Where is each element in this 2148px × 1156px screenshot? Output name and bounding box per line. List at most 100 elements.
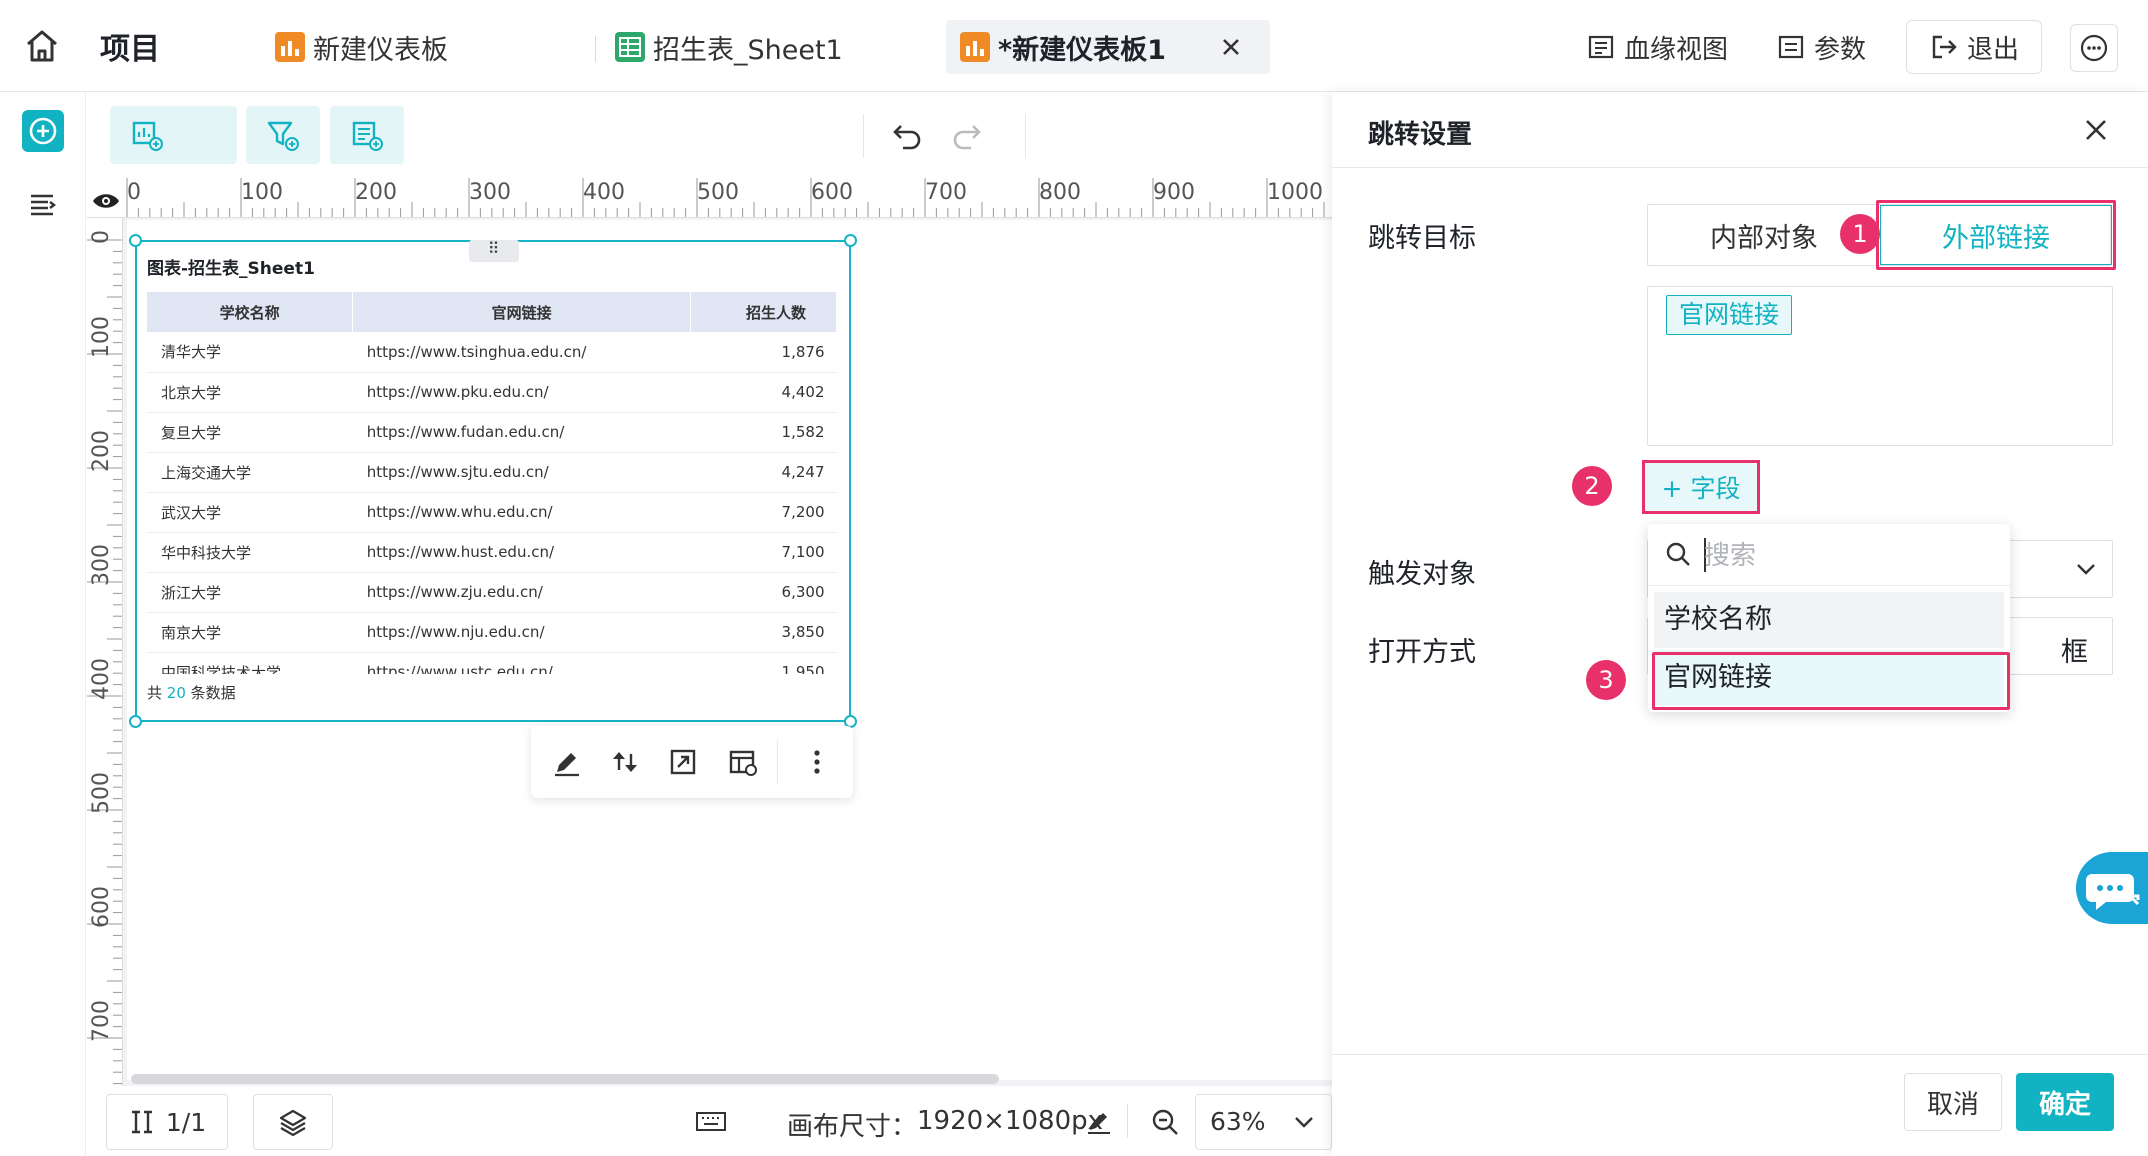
layers-icon [279, 1109, 307, 1137]
widget-floating-toolbar [531, 726, 853, 798]
school-name: 北京大学 [147, 372, 353, 413]
url-field-tag[interactable]: 官网链接 [1666, 295, 1793, 335]
add-text-button[interactable] [330, 106, 404, 164]
url-editor[interactable]: 官网链接 [1647, 286, 2113, 446]
jump-settings-panel: 跳转设置 跳转目标 内部对象 外部链接 1 官网链接 2 + 字段 触发对象 打… [1332, 92, 2148, 1156]
footer-count: 20 [166, 684, 186, 702]
table-row[interactable]: 华中科技大学 https://www.hust.edu.cn/7,100 [147, 532, 837, 573]
table-row[interactable]: 中国科学技术大学 https://www.ustc.edu.cn/1,950 [147, 652, 837, 674]
enrollment: 1,876 [690, 332, 837, 373]
column-header[interactable]: 官网链接 [352, 292, 692, 332]
table-row[interactable]: 上海交通大学 https://www.sjtu.edu.cn/4,247 [147, 452, 837, 493]
dashboard-icon [960, 32, 990, 62]
table-widget[interactable]: 图表-招生表_Sheet1 学校名称 官网链接 招生人数 清华大学 https:/… [129, 234, 857, 728]
school-url: https://www.nju.edu.cn/ [352, 612, 691, 653]
table-row[interactable]: 复旦大学 https://www.fudan.edu.cn/1,582 [147, 412, 837, 453]
edit-icon[interactable] [551, 746, 583, 778]
ruler-label: 100 [241, 180, 283, 205]
panel-header: 跳转设置 [1332, 92, 2148, 168]
table-row[interactable]: 浙江大学 https://www.zju.edu.cn/6,300 [147, 572, 837, 613]
chevron-down-icon [1295, 1117, 1313, 1128]
column-header[interactable]: 学校名称 [147, 292, 354, 332]
ruler-label: 300 [469, 180, 511, 205]
keyboard-icon[interactable] [694, 1106, 728, 1136]
lineage-view-button[interactable]: 血缘视图 [1586, 20, 1728, 74]
toolbar-divider [863, 114, 864, 158]
expand-icon[interactable] [667, 746, 699, 778]
home-icon[interactable] [22, 26, 62, 66]
school-name: 上海交通大学 [147, 452, 353, 493]
dropdown-item-school-name[interactable]: 学校名称 [1654, 592, 2004, 648]
panel-footer: 取消 确定 [1332, 1054, 2148, 1156]
outline-list-icon[interactable] [28, 190, 58, 220]
add-field-button[interactable]: + 字段 [1642, 460, 1760, 514]
enrollment: 4,402 [690, 372, 837, 413]
edit-size-icon[interactable] [1084, 1106, 1114, 1136]
page-indicator-button[interactable]: 1/1 [106, 1094, 228, 1150]
drag-handle[interactable]: ⠿ [469, 240, 519, 262]
school-url: https://www.ustc.edu.cn/ [352, 652, 691, 674]
tab-label: 招生表_Sheet1 [653, 34, 843, 66]
zoom-value: 63% [1210, 1107, 1266, 1136]
cancel-button[interactable]: 取消 [1904, 1073, 2002, 1131]
confirm-button[interactable]: 确定 [2016, 1073, 2114, 1131]
exit-button[interactable]: 退出 [1906, 20, 2043, 74]
tab-dashboard[interactable]: 新建仪表板 [275, 20, 448, 74]
dropdown-search [1648, 524, 2010, 586]
ruler-label: 0 [89, 230, 114, 244]
zoom-out-icon[interactable] [1149, 1106, 1181, 1138]
add-component-button[interactable] [22, 110, 64, 152]
enrollment: 1,582 [690, 412, 837, 453]
table-row[interactable]: 清华大学 https://www.tsinghua.edu.cn/1,876 [147, 332, 837, 373]
left-rail [0, 92, 86, 1156]
plus-circle-icon [29, 117, 57, 145]
close-icon[interactable] [2078, 112, 2114, 148]
ruler-label: 700 [925, 180, 967, 205]
chat-assistant-button[interactable] [2076, 852, 2148, 924]
highlight-frame [1876, 200, 2116, 270]
resize-handle[interactable] [129, 715, 142, 728]
scrollbar-thumb[interactable] [131, 1074, 999, 1084]
table-row[interactable]: 武汉大学 https://www.whu.edu.cn/7,200 [147, 492, 837, 533]
highlight-frame [1652, 652, 2010, 710]
column-header[interactable]: 招生人数 [690, 292, 837, 332]
eye-icon[interactable] [91, 190, 121, 212]
close-icon[interactable] [1214, 30, 1248, 64]
add-filter-button[interactable] [246, 106, 320, 164]
resize-handle[interactable] [129, 234, 142, 247]
resize-handle[interactable] [844, 234, 857, 247]
text-add-icon [352, 121, 383, 151]
table-settings-icon[interactable] [727, 746, 759, 778]
table-row[interactable]: 北京大学 https://www.pku.edu.cn/4,402 [147, 372, 837, 413]
ruler-label: 500 [89, 772, 114, 814]
school-url: https://www.zju.edu.cn/ [352, 572, 691, 613]
school-url: https://www.tsinghua.edu.cn/ [352, 332, 691, 373]
more-vertical-icon[interactable] [801, 746, 833, 778]
school-name: 中国科学技术大学 [147, 652, 353, 674]
footer-prefix: 共 [147, 684, 163, 702]
tab-sheet[interactable]: 招生表_Sheet1 [615, 20, 843, 74]
params-button[interactable]: 参数 [1776, 20, 1866, 74]
layers-button[interactable] [253, 1094, 333, 1150]
undo-icon[interactable] [887, 116, 927, 156]
school-url: https://www.pku.edu.cn/ [352, 372, 691, 413]
redo-icon[interactable] [947, 116, 987, 156]
open-mode-label: 打开方式 [1368, 637, 1476, 668]
widget-title: 图表-招生表_Sheet1 [147, 259, 315, 279]
add-filter-button[interactable] [163, 106, 237, 164]
school-url: https://www.fudan.edu.cn/ [352, 412, 691, 453]
search-input[interactable] [1704, 534, 1994, 576]
school-name: 南京大学 [147, 612, 353, 653]
top-bar: 项目 新建仪表板 招生表_Sheet1 *新建仪表板1 血缘视图 参数 退出 [0, 0, 2148, 92]
tab-active-dashboard[interactable]: *新建仪表板1 [946, 20, 1270, 74]
horizontal-scrollbar[interactable] [123, 1074, 1332, 1084]
toolbar-divider [1025, 114, 1026, 158]
sheet-icon [615, 32, 645, 62]
sort-icon[interactable] [609, 746, 641, 778]
params-label: 参数 [1814, 34, 1867, 65]
more-options-button[interactable] [2070, 24, 2118, 72]
zoom-select[interactable]: 63% [1195, 1094, 1332, 1150]
project-title[interactable]: 项目 [100, 24, 160, 68]
table-row[interactable]: 南京大学 https://www.nju.edu.cn/3,850 [147, 612, 837, 653]
ruler-label: 100 [89, 316, 114, 358]
